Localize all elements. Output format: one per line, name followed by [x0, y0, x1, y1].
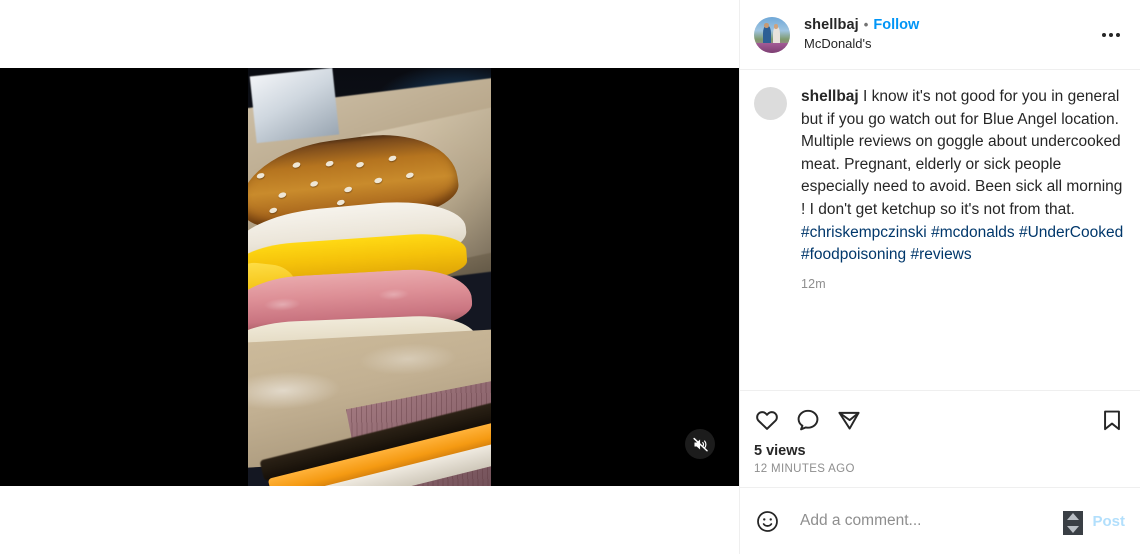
post-header: shellbaj • Follow McDonald's	[740, 0, 1140, 70]
caption-text: shellbaj I know it's not good for you in…	[801, 86, 1125, 267]
views-count: 5 views	[754, 443, 806, 459]
hashtag-chriskempczinski[interactable]: #chriskempczinski	[801, 224, 927, 241]
header-identity: shellbaj • Follow McDonald's	[804, 17, 1097, 53]
add-comment-bar: Post	[740, 487, 1140, 554]
hashtag-undercooked[interactable]: #UnderCooked	[1019, 224, 1123, 241]
caption-scroll-area[interactable]: shellbaj I know it's not good for you in…	[740, 70, 1140, 390]
post-actions: 5 views 12 MINUTES AGO	[740, 390, 1140, 487]
burger-photo	[248, 68, 491, 486]
hashtag-mcdonalds[interactable]: #mcdonalds	[931, 224, 1015, 241]
scroll-down-arrow-icon[interactable]	[1067, 526, 1079, 533]
comment-input[interactable]	[798, 511, 1093, 531]
emoji-smiley-icon[interactable]	[754, 508, 780, 534]
caption-message: I know it's not good for you in general …	[801, 88, 1123, 218]
avatar[interactable]	[754, 16, 790, 53]
hashtag-foodpoisoning[interactable]: #foodpoisoning	[801, 246, 906, 263]
more-options-icon[interactable]	[1097, 21, 1125, 49]
action-icons-row	[754, 401, 1127, 439]
username-row: shellbaj • Follow	[804, 17, 1097, 34]
heart-icon[interactable]	[754, 407, 780, 433]
post-comment-button[interactable]: Post	[1092, 513, 1125, 530]
caption-row: shellbaj I know it's not good for you in…	[754, 86, 1125, 291]
posted-timestamp: 12 MINUTES AGO	[754, 463, 855, 475]
scroll-stepper-widget[interactable]	[1063, 511, 1083, 535]
comment-bubble-icon[interactable]	[795, 407, 821, 433]
post-author-username[interactable]: shellbaj	[804, 17, 859, 34]
caption-timestamp: 12m	[801, 276, 826, 291]
post-sidebar: shellbaj • Follow McDonald's shellbaj I …	[739, 0, 1140, 554]
white-wrapper-crumple	[249, 68, 339, 144]
instagram-post-page: shellbaj • Follow McDonald's shellbaj I …	[0, 0, 1140, 554]
caption-avatar[interactable]	[754, 87, 787, 120]
scroll-up-arrow-icon[interactable]	[1067, 513, 1079, 520]
speaker-muted-icon[interactable]	[685, 429, 715, 459]
follow-button[interactable]: Follow	[873, 17, 919, 34]
video-player[interactable]	[0, 68, 739, 486]
separator-dot: •	[863, 16, 869, 32]
share-paper-plane-icon[interactable]	[836, 407, 862, 433]
post-location[interactable]: McDonald's	[804, 36, 1097, 52]
caption-username[interactable]: shellbaj	[801, 88, 859, 105]
hashtag-reviews[interactable]: #reviews	[910, 246, 971, 263]
bookmark-icon[interactable]	[1099, 407, 1125, 433]
video-frame[interactable]	[248, 68, 491, 486]
caption-body: shellbaj I know it's not good for you in…	[801, 86, 1125, 291]
media-column	[0, 0, 739, 554]
